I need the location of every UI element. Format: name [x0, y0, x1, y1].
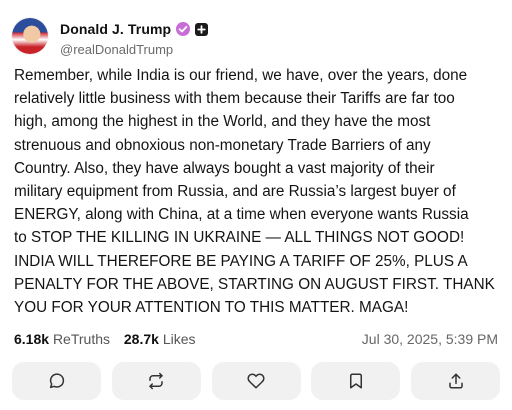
like-button[interactable]	[211, 362, 301, 400]
likes-count: 28.7k	[123, 331, 159, 347]
author-display-name[interactable]: Donald J. Trump	[60, 21, 171, 37]
retruths-label: ReTruths	[52, 331, 110, 347]
verified-badge-icon	[176, 22, 191, 36]
author-handle[interactable]: @realDonaldTrump	[60, 42, 208, 57]
retruth-icon	[149, 372, 163, 390]
share-button[interactable]	[411, 362, 500, 400]
action-bar	[12, 362, 500, 400]
reply-button[interactable]	[12, 362, 101, 400]
bookmark-icon	[349, 373, 362, 389]
post-header: Donald J. Trump @realDonaldTrump	[12, 18, 500, 62]
likes-label: Likes	[162, 331, 196, 347]
bookmark-button[interactable]	[311, 362, 401, 400]
post-text: Remember, while India is our friend, we …	[14, 67, 495, 317]
retruths-stat[interactable]: 6.18k ReTruths	[14, 331, 110, 347]
post-stats: 6.18k ReTruths 28.7k Likes Jul 30, 2025,…	[14, 331, 498, 351]
plus-badge-icon	[195, 22, 209, 36]
retruths-count: 6.18k	[14, 331, 50, 347]
author-info: Donald J. Trump @realDonaldTrump	[60, 20, 209, 57]
post-timestamp[interactable]: Jul 30, 2025, 5:39 PM	[362, 331, 498, 347]
retruth-button[interactable]	[111, 362, 201, 400]
avatar[interactable]	[12, 18, 48, 54]
like-icon	[247, 373, 265, 389]
name-row: Donald J. Trump	[60, 20, 209, 38]
likes-stat[interactable]: 28.7k Likes	[124, 331, 196, 347]
share-icon	[448, 373, 463, 389]
comment-icon	[49, 373, 64, 389]
